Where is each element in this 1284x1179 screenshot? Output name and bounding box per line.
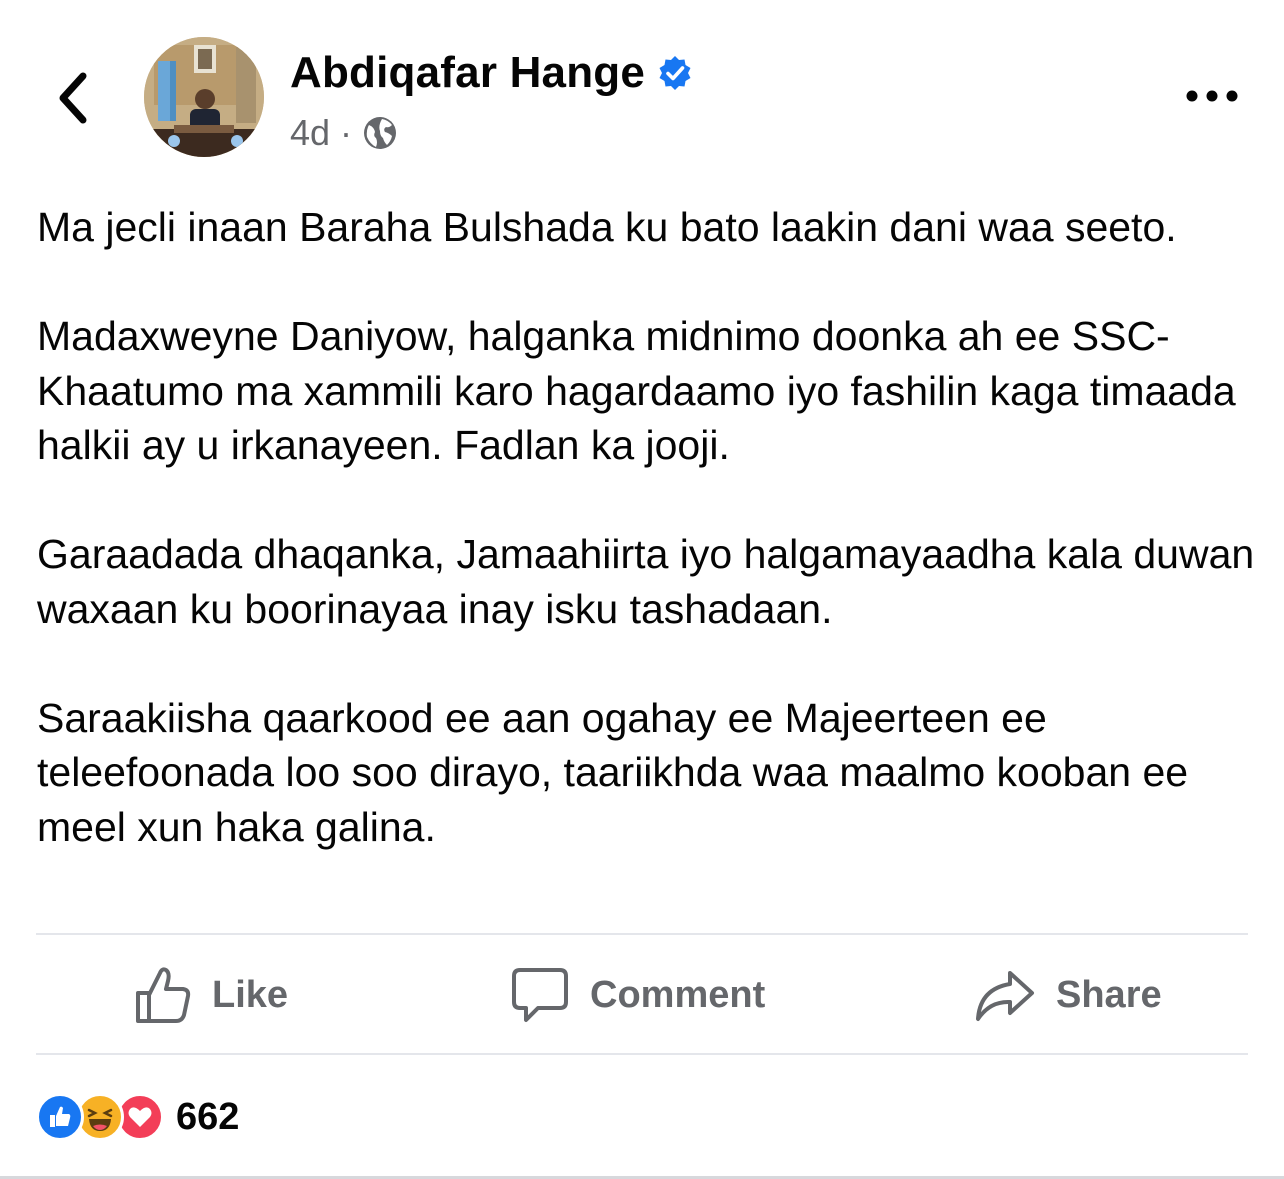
post-paragraph: Saraakiisha qaarkood ee aan ogahay ee Ma…: [37, 694, 1189, 850]
like-icon: [36, 1093, 84, 1141]
reaction-count[interactable]: 662: [176, 1096, 239, 1139]
like-label: Like: [212, 973, 289, 1016]
comment-bubble-icon: [512, 968, 568, 1022]
chevron-left-icon: [59, 72, 87, 124]
meta-separator: ·: [340, 112, 353, 153]
globe-icon[interactable]: [362, 115, 398, 151]
post-paragraph: Ma jecli inaan Baraha Bulshada ku bato l…: [37, 204, 1177, 250]
post-meta: 4d ·: [290, 112, 398, 154]
more-options-button[interactable]: [1180, 78, 1244, 114]
like-button[interactable]: Like: [134, 936, 288, 1054]
verified-badge-icon: [659, 56, 691, 90]
author-name-row[interactable]: Abdiqafar Hange: [290, 48, 693, 98]
post-body: Ma jecli inaan Baraha Bulshada ku bato l…: [37, 200, 1257, 909]
action-bar: Like Comment Share: [36, 936, 1248, 1054]
share-label: Share: [1056, 973, 1162, 1016]
profile-photo: [144, 37, 264, 157]
author-name[interactable]: Abdiqafar Hange: [290, 48, 645, 98]
comment-label: Comment: [590, 973, 766, 1016]
divider: [36, 933, 1248, 935]
comment-button[interactable]: Comment: [510, 936, 765, 1054]
thumbs-up-icon: [136, 967, 191, 1023]
more-horizontal-icon: [1186, 90, 1238, 102]
divider: [36, 1053, 1248, 1055]
post-paragraph: Madaxweyne Daniyow, halganka midnimo doo…: [37, 313, 1236, 468]
share-button[interactable]: Share: [974, 936, 1162, 1054]
avatar[interactable]: [144, 37, 264, 157]
post-paragraph: Garaadada dhaqanka, Jamaahiirta iyo halg…: [37, 531, 1255, 632]
timestamp[interactable]: 4d: [290, 112, 330, 154]
share-arrow-icon: [976, 971, 1034, 1021]
reactions-summary[interactable]: 662: [36, 1092, 239, 1142]
back-button[interactable]: [50, 70, 94, 126]
